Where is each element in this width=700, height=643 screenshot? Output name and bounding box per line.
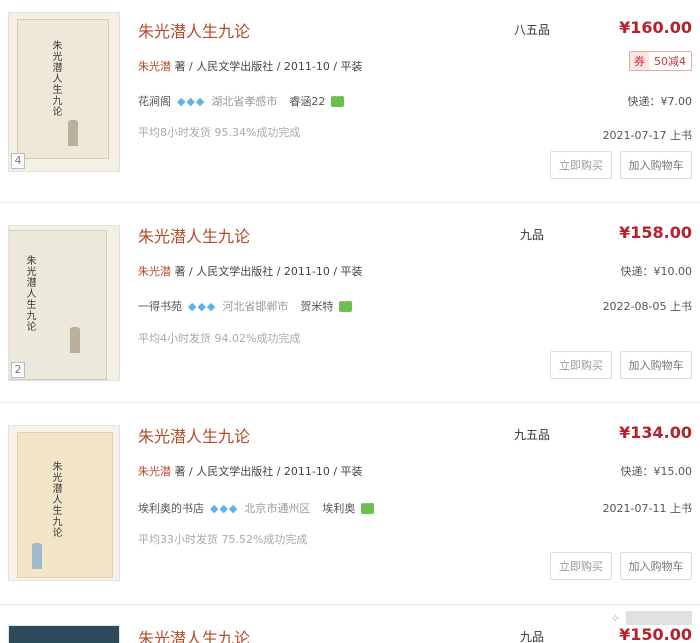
shop-name-link[interactable]: 埃利奥的书店 xyxy=(138,500,204,516)
listing-item: 朱光潜人生九论 4 朱光潜人生九论 朱光潜 著 / 人民文学出版社 / 2011… xyxy=(0,0,700,200)
author-link[interactable]: 朱光潜 xyxy=(138,465,171,478)
chat-icon[interactable] xyxy=(331,92,345,107)
publisher-info: 著 / 人民文学出版社 / 2011-10 / 平装 xyxy=(174,465,363,478)
shop-stats: 平均8小时发货 95.34%成功完成 xyxy=(138,126,301,139)
author-link[interactable]: 朱光潜 xyxy=(138,60,171,73)
chat-icon[interactable] xyxy=(361,499,375,514)
add-to-cart-button[interactable]: 加入购物车 xyxy=(620,552,692,580)
book-cover-image[interactable]: 朱光潜人生九论 4 xyxy=(8,12,120,172)
add-to-cart-button[interactable]: 加入购物车 xyxy=(620,151,692,179)
buy-now-button[interactable]: 立即购买 xyxy=(550,151,612,179)
condition-label: 八五品 xyxy=(514,23,551,37)
shop-row: 埃利奥的书店 ◆◆◆ 北京市通州区 埃利奥 xyxy=(138,499,375,516)
book-cover-image[interactable] xyxy=(8,625,120,643)
listing-item: 朱光潜人生九论 2 朱光潜人生九论 朱光潜 著 / 人民文学出版社 / 2011… xyxy=(0,203,700,403)
shipping-fee: 快递：¥7.00 xyxy=(627,95,693,108)
shop-location: 湖北省孝感市 xyxy=(211,95,278,108)
condition-label: 九五品 xyxy=(514,428,551,442)
listing-item: 朱光潜人生九论 朱光潜人生九论 朱光潜 著 / 人民文学出版社 / 2011-1… xyxy=(0,403,700,603)
buy-now-button[interactable]: 立即购买 xyxy=(550,351,612,379)
coupon-badge[interactable]: 券 50减4 xyxy=(629,51,692,71)
watermark-blurred-text xyxy=(626,611,692,625)
shop-row: 花涧阁 ◆◆◆ 湖北省孝感市 睿涵22 xyxy=(138,92,345,109)
price: ¥160.00 xyxy=(619,18,692,37)
shop-stats: 平均33小时发货 75.52%成功完成 xyxy=(138,533,308,546)
book-cover-image[interactable]: 朱光潜人生九论 xyxy=(8,425,120,581)
book-meta: 朱光潜 著 / 人民文学出版社 / 2011-10 / 平装 xyxy=(138,463,363,479)
seller-name[interactable]: 睿涵22 xyxy=(289,93,325,109)
coupon-tag: 券 xyxy=(630,52,649,70)
shipping-fee: 快递：¥15.00 xyxy=(620,465,693,478)
publisher-info: 著 / 人民文学出版社 / 2011-10 / 平装 xyxy=(174,60,363,73)
photo-count-badge: 2 xyxy=(11,362,25,378)
condition-label: 九品 xyxy=(520,630,545,643)
watermark: ✧ xyxy=(611,611,692,625)
price: ¥150.00 xyxy=(619,625,692,643)
book-title-link[interactable]: 朱光潜人生九论 xyxy=(138,223,250,247)
author-link[interactable]: 朱光潜 xyxy=(138,265,171,278)
shop-row: 一得书苑 ◆◆◆ 河北省邯郸市 贺米特 xyxy=(138,297,353,314)
shop-stats: 平均4小时发货 94.02%成功完成 xyxy=(138,332,301,345)
price: ¥134.00 xyxy=(619,423,692,442)
seller-name[interactable]: 埃利奥 xyxy=(322,500,355,516)
book-title-link[interactable]: 朱光潜人生九论 xyxy=(138,18,250,42)
shipping-fee: 快递：¥10.00 xyxy=(620,265,693,278)
shop-name-link[interactable]: 花涧阁 xyxy=(138,93,171,109)
shop-name-link[interactable]: 一得书苑 xyxy=(138,298,182,314)
coupon-text: 50减4 xyxy=(654,55,686,68)
book-meta: 朱光潜 著 / 人民文学出版社 / 2011-10 / 平装 xyxy=(138,263,363,279)
shop-location: 北京市通州区 xyxy=(244,502,311,515)
diamond-icon: ◆◆◆ xyxy=(210,501,239,515)
buy-now-button[interactable]: 立即购买 xyxy=(550,552,612,580)
book-cover-image[interactable]: 朱光潜人生九论 2 xyxy=(8,225,120,381)
diamond-icon: ◆◆◆ xyxy=(177,94,206,108)
book-meta: 朱光潜 著 / 人民文学出版社 / 2011-10 / 平装 xyxy=(138,58,363,74)
add-to-cart-button[interactable]: 加入购物车 xyxy=(620,351,692,379)
listed-date: 2021-07-17 上书 xyxy=(602,129,692,142)
chat-icon[interactable] xyxy=(339,297,353,312)
price: ¥158.00 xyxy=(619,223,692,242)
publisher-info: 著 / 人民文学出版社 / 2011-10 / 平装 xyxy=(174,265,363,278)
book-title-link[interactable]: 朱光潜人生九论 xyxy=(138,625,250,643)
listed-date: 2022-08-05 上书 xyxy=(602,300,692,313)
shop-location: 河北省邯郸市 xyxy=(222,300,289,313)
photo-count-badge: 4 xyxy=(11,153,25,169)
listing-item: 朱光潜人生九论 九品 ¥150.00 xyxy=(0,605,700,643)
book-title-link[interactable]: 朱光潜人生九论 xyxy=(138,423,250,447)
diamond-icon: ◆◆◆ xyxy=(188,299,217,313)
listed-date: 2021-07-11 上书 xyxy=(602,502,692,515)
condition-label: 九品 xyxy=(520,228,545,242)
seller-name[interactable]: 贺米特 xyxy=(300,298,333,314)
watermark-logo-icon: ✧ xyxy=(610,611,620,625)
